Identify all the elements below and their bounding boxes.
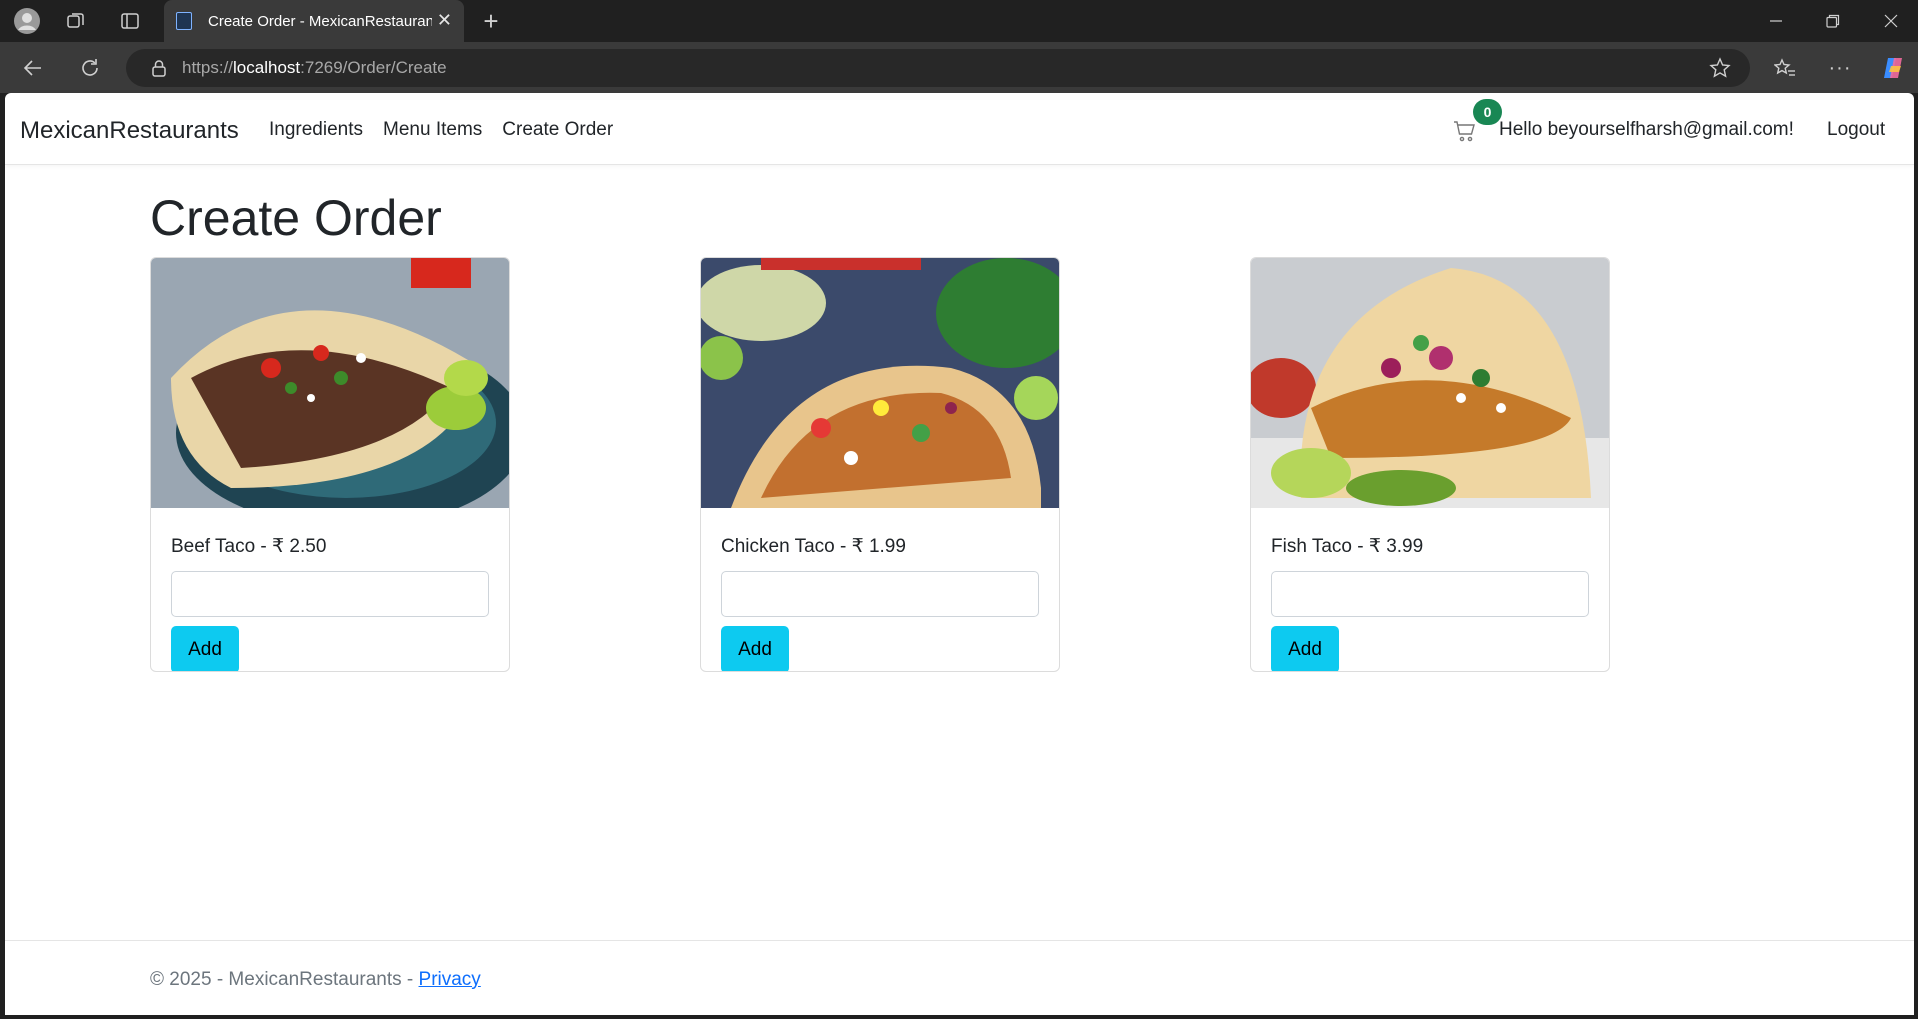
address-input[interactable]: https://localhost:7269/Order/Create bbox=[126, 49, 1750, 87]
favorite-star-icon[interactable] bbox=[1707, 55, 1733, 81]
privacy-link[interactable]: Privacy bbox=[419, 969, 481, 990]
copilot-icon[interactable] bbox=[1879, 53, 1909, 83]
page-viewport: MexicanRestaurants Ingredients Menu Item… bbox=[5, 93, 1914, 1015]
page-favicon-icon bbox=[176, 12, 192, 30]
url-text: https://localhost:7269/Order/Create bbox=[182, 58, 447, 77]
logout-button[interactable]: Logout bbox=[1827, 119, 1885, 141]
footer-text: © 2025 - MexicanRestaurants - Privacy bbox=[150, 969, 481, 991]
browser-address-bar: https://localhost:7269/Order/Create ··· bbox=[0, 42, 1918, 93]
quantity-input[interactable] bbox=[1271, 571, 1589, 617]
tab-title: Create Order - MexicanRestaurants bbox=[208, 12, 432, 30]
nav-links: Ingredients Menu Items Create Order bbox=[269, 119, 613, 141]
brand-link[interactable]: MexicanRestaurants bbox=[20, 117, 239, 145]
item-label: Chicken Taco - ₹ 1.99 bbox=[721, 536, 906, 557]
cart-icon[interactable] bbox=[1453, 119, 1477, 143]
restore-icon[interactable] bbox=[1821, 10, 1845, 32]
back-icon[interactable] bbox=[20, 55, 46, 81]
site-footer: © 2025 - MexicanRestaurants - Privacy bbox=[5, 940, 1914, 1015]
close-window-icon[interactable] bbox=[1879, 10, 1903, 32]
close-tab-icon[interactable]: ✕ bbox=[437, 11, 452, 29]
copyright-text: © 2025 - MexicanRestaurants - bbox=[150, 969, 419, 990]
tab-actions-icon[interactable] bbox=[118, 9, 142, 33]
add-button[interactable]: Add bbox=[721, 626, 789, 671]
cart-count-badge: 0 bbox=[1473, 99, 1502, 125]
new-tab-icon[interactable]: + bbox=[478, 8, 504, 34]
nav-link-create-order[interactable]: Create Order bbox=[502, 119, 613, 141]
browser-tab-bar: Create Order - MexicanRestaurants ✕ + bbox=[0, 0, 1918, 42]
profile-icon[interactable] bbox=[12, 6, 42, 36]
quantity-input[interactable] bbox=[721, 571, 1039, 617]
chicken-taco-image bbox=[701, 258, 1059, 508]
site-navbar: MexicanRestaurants Ingredients Menu Item… bbox=[5, 93, 1914, 165]
add-button[interactable]: Add bbox=[171, 626, 239, 671]
favorites-icon[interactable] bbox=[1772, 55, 1798, 81]
user-greeting[interactable]: Hello beyourselfharsh@gmail.com! bbox=[1499, 119, 1794, 141]
page-title: Create Order bbox=[150, 190, 442, 246]
menu-item-card: Chicken Taco - ₹ 1.99 Add bbox=[700, 257, 1060, 672]
menu-item-card: Beef Taco - ₹ 2.50 Add bbox=[150, 257, 510, 672]
beef-taco-image bbox=[151, 258, 509, 508]
menu-item-card: Fish Taco - ₹ 3.99 Add bbox=[1250, 257, 1610, 672]
minimize-icon[interactable] bbox=[1764, 10, 1788, 32]
refresh-icon[interactable] bbox=[77, 55, 103, 81]
quantity-input[interactable] bbox=[171, 571, 489, 617]
lock-icon[interactable] bbox=[148, 57, 170, 79]
browser-tab-active[interactable]: Create Order - MexicanRestaurants ✕ bbox=[164, 0, 464, 42]
item-label: Beef Taco - ₹ 2.50 bbox=[171, 536, 327, 557]
item-label: Fish Taco - ₹ 3.99 bbox=[1271, 536, 1424, 557]
fish-taco-image bbox=[1251, 258, 1609, 508]
nav-link-menu-items[interactable]: Menu Items bbox=[383, 119, 482, 141]
add-button[interactable]: Add bbox=[1271, 626, 1339, 671]
workspaces-icon[interactable] bbox=[64, 9, 88, 33]
more-options-icon[interactable]: ··· bbox=[1827, 55, 1853, 81]
nav-link-ingredients[interactable]: Ingredients bbox=[269, 119, 363, 141]
